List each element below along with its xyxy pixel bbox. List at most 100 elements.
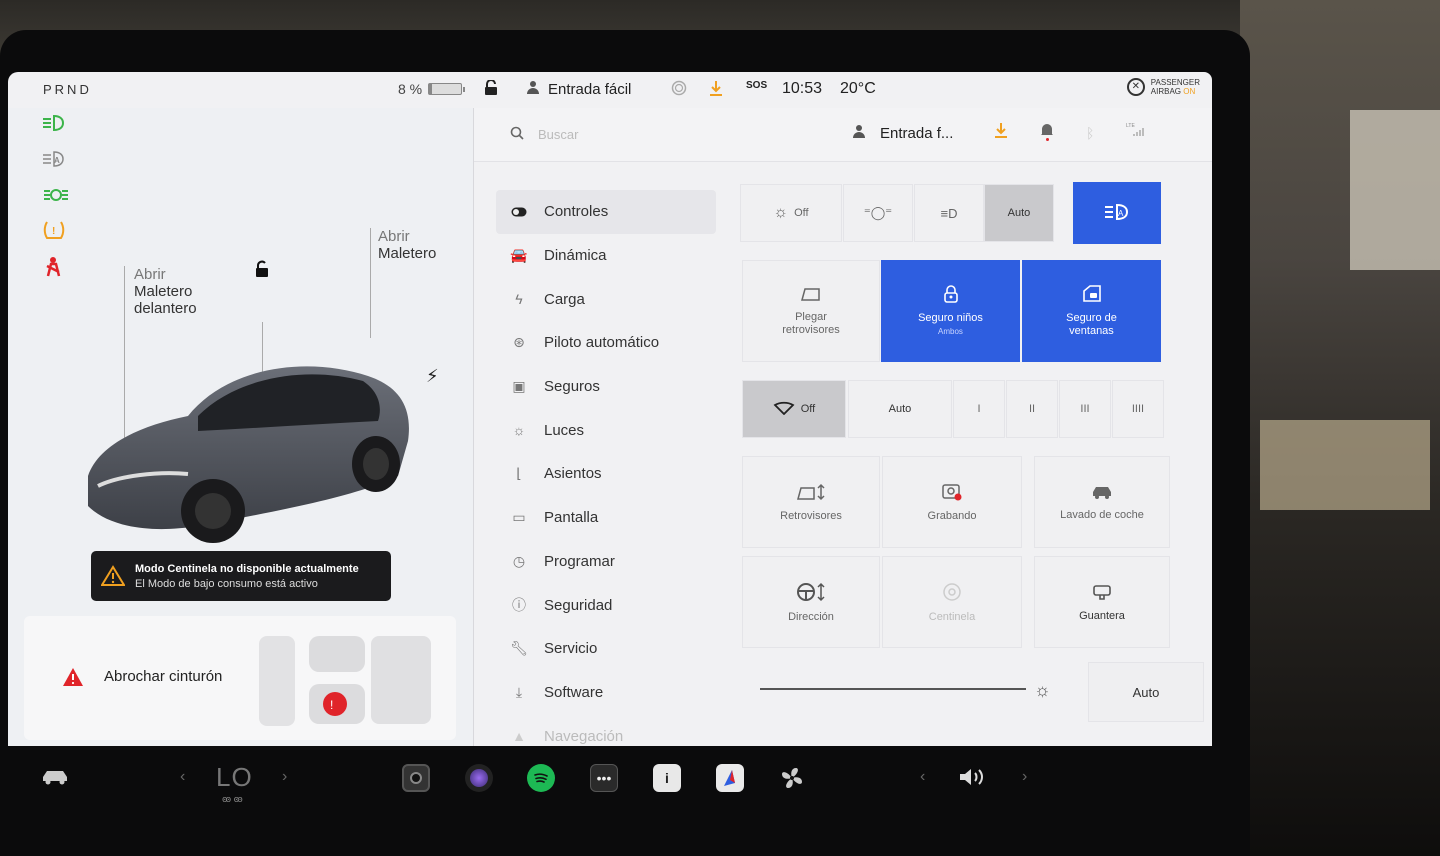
menu-item-seguridad[interactable]: ⓘ Seguridad bbox=[496, 583, 716, 627]
spotify-app-icon[interactable] bbox=[527, 764, 555, 792]
menu-label: Seguros bbox=[544, 378, 600, 396]
window-lock-button[interactable]: Seguro de ventanas bbox=[1022, 260, 1161, 362]
seat-heater-icon[interactable]: ꙭ ꙭ bbox=[222, 794, 243, 805]
profile-button-top[interactable]: Entrada f... bbox=[852, 124, 953, 142]
software-update-icon[interactable] bbox=[994, 122, 1008, 143]
sentinel-notice: Modo Centinela no disponible actualmente… bbox=[91, 551, 391, 601]
manual-app-icon[interactable]: i bbox=[653, 764, 681, 792]
fold-mirrors-button[interactable]: Plegar retrovisores bbox=[742, 260, 880, 362]
menu-label: Asientos bbox=[544, 465, 602, 483]
car-icon[interactable] bbox=[40, 762, 70, 792]
search-field[interactable]: Buscar bbox=[510, 126, 578, 143]
cabin-temperature[interactable]: LO bbox=[216, 762, 253, 793]
outside-temperature: 20°C bbox=[840, 80, 876, 97]
wipers-off-button[interactable]: Off bbox=[742, 380, 846, 438]
volume-icon[interactable] bbox=[958, 762, 988, 792]
steering-label: Dirección bbox=[788, 610, 834, 623]
parking-lights-button[interactable]: ⁼◯⁼ bbox=[843, 184, 913, 242]
dashcam-viewer-icon[interactable] bbox=[465, 764, 493, 792]
wiper-speed-2-button[interactable]: II bbox=[1006, 380, 1058, 438]
lights-auto-button[interactable]: Auto bbox=[984, 184, 1054, 242]
settings-topbar: Buscar Entrada f... ᛒ LTE bbox=[474, 108, 1212, 162]
menu-label: Servicio bbox=[544, 640, 598, 658]
tire-pressure-icon: ! bbox=[42, 220, 70, 242]
volume-down-arrow[interactable]: ‹ bbox=[920, 768, 925, 786]
bluetooth-icon[interactable]: ᛒ bbox=[1086, 125, 1094, 141]
person-icon bbox=[852, 124, 866, 142]
steering-wheel-icon: ⊛ bbox=[513, 334, 525, 351]
charge-port-icon[interactable]: ⚡ bbox=[426, 366, 439, 387]
temp-up-arrow[interactable]: › bbox=[282, 768, 287, 786]
wiper-speed-1-label: I bbox=[977, 403, 981, 415]
airbag-label: PASSENGER bbox=[1150, 78, 1200, 87]
wiper-speed-3-button[interactable]: III bbox=[1059, 380, 1111, 438]
menu-item-software[interactable]: ⤓ Software bbox=[496, 671, 716, 715]
mirror-icon bbox=[800, 286, 822, 305]
brightness-slider[interactable] bbox=[760, 688, 1026, 690]
menu-item-navegacion[interactable]: ▲ Navegación bbox=[496, 714, 716, 746]
menu-item-dinamica[interactable]: 🚘 Dinámica bbox=[496, 234, 716, 278]
download-icon[interactable] bbox=[709, 80, 723, 96]
glovebox-button[interactable]: Guantera bbox=[1034, 556, 1170, 648]
volume-up-arrow[interactable]: › bbox=[1022, 768, 1027, 786]
notifications-bell-icon[interactable] bbox=[1040, 122, 1054, 143]
menu-item-carga[interactable]: ϟ Carga bbox=[496, 277, 716, 321]
airbag-label-2: AIRBAG bbox=[1150, 87, 1182, 96]
lights-off-button[interactable]: ☼ Off bbox=[740, 184, 842, 242]
dashcam-button[interactable]: Grabando bbox=[882, 456, 1022, 548]
open-lock-icon[interactable] bbox=[254, 260, 270, 283]
dashcam-icon bbox=[941, 483, 963, 504]
menu-item-pantalla[interactable]: ▭ Pantalla bbox=[496, 496, 716, 540]
battery-fill bbox=[429, 84, 432, 94]
navigation-app-icon[interactable] bbox=[716, 764, 744, 792]
homelink-icon[interactable] bbox=[671, 80, 687, 96]
child-lock-label: Seguro niños bbox=[918, 311, 983, 324]
auto-high-beam-button[interactable]: A bbox=[1073, 182, 1161, 244]
wiper-speed-3-label: III bbox=[1080, 403, 1090, 415]
more-apps-icon[interactable]: ••• bbox=[590, 764, 618, 792]
steering-adjust-button[interactable]: Dirección bbox=[742, 556, 880, 648]
seatbelt-label: Abrochar cinturón bbox=[104, 668, 223, 685]
wiper-speed-1-button[interactable]: I bbox=[953, 380, 1005, 438]
sos-indicator[interactable]: SOS bbox=[746, 80, 767, 91]
menu-item-luces[interactable]: ☼ Luces bbox=[496, 408, 716, 452]
child-lock-button[interactable]: Seguro niños Ambos bbox=[881, 260, 1020, 362]
fan-icon[interactable] bbox=[778, 764, 806, 792]
menu-item-seguros[interactable]: ▣ Seguros bbox=[496, 365, 716, 409]
menu-item-controles[interactable]: Controles bbox=[496, 190, 716, 234]
brightness-sun-icon: ☼ bbox=[1034, 680, 1051, 700]
camera-app-icon[interactable] bbox=[402, 764, 430, 792]
menu-label: Navegación bbox=[544, 727, 624, 745]
info-icon: ⓘ bbox=[512, 597, 526, 614]
settings-menu: Controles 🚘 Dinámica ϟ Carga ⊛ Piloto au… bbox=[496, 190, 716, 746]
display-auto-button[interactable]: Auto bbox=[1088, 662, 1204, 722]
profile-name: Entrada fácil bbox=[548, 80, 632, 98]
headlights-icon bbox=[42, 114, 70, 136]
wiper-icon bbox=[773, 401, 795, 418]
background-right bbox=[1240, 0, 1440, 856]
menu-item-asientos[interactable]: ⌊ Asientos bbox=[496, 452, 716, 496]
menu-item-programar[interactable]: ◷ Programar bbox=[496, 540, 716, 584]
mirrors-button[interactable]: Retrovisores bbox=[742, 456, 880, 548]
wipers-auto-button[interactable]: Auto bbox=[848, 380, 952, 438]
sun-icon: ☼ bbox=[512, 422, 526, 439]
low-beam-icon: ≡D bbox=[940, 205, 958, 221]
trunk-callout[interactable]: Abrir Maletero bbox=[378, 228, 436, 262]
menu-label: Programar bbox=[544, 552, 615, 570]
fog-lights-icon bbox=[42, 186, 70, 208]
sentinel-icon bbox=[942, 582, 962, 605]
profile-button[interactable]: Entrada fácil bbox=[526, 80, 631, 98]
frunk-callout[interactable]: Abrir Maletero delantero bbox=[134, 266, 197, 317]
wiper-speed-4-button[interactable]: IIII bbox=[1112, 380, 1164, 438]
sentinel-notice-title: Modo Centinela no disponible actualmente bbox=[135, 562, 359, 575]
low-beam-button[interactable]: ≡D bbox=[914, 184, 984, 242]
temp-down-arrow[interactable]: ‹ bbox=[180, 768, 185, 786]
mirror-adjust-icon bbox=[796, 483, 826, 504]
car-wash-button[interactable]: Lavado de coche bbox=[1034, 456, 1170, 548]
unlock-icon[interactable] bbox=[484, 80, 498, 96]
menu-item-servicio[interactable]: 🔧︎ Servicio bbox=[496, 627, 716, 671]
glovebox-icon bbox=[1092, 583, 1112, 604]
menu-item-piloto-automatico[interactable]: ⊛ Piloto automático bbox=[496, 321, 716, 365]
person-icon bbox=[526, 80, 540, 98]
sentinel-button[interactable]: Centinela bbox=[882, 556, 1022, 648]
